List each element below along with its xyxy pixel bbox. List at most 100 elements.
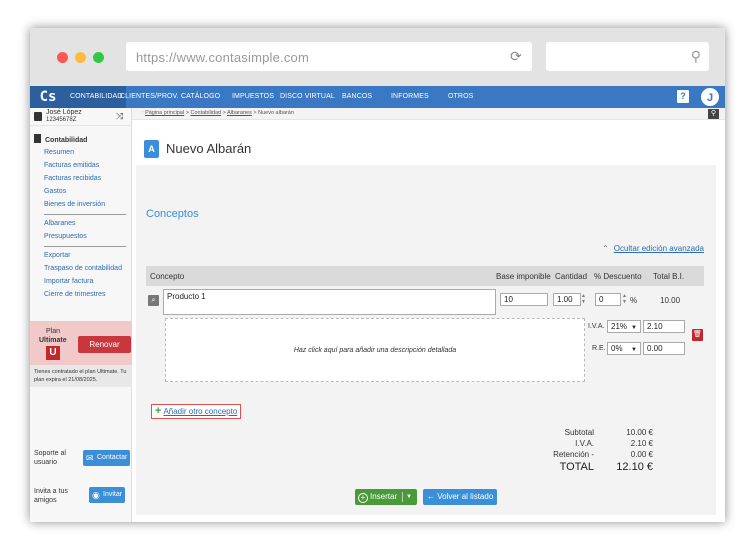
nav-impuestos[interactable]: IMPUESTOS: [232, 86, 274, 108]
plan-expiry-note: Tienes contratado el plan Ultimate. Tu p…: [30, 365, 132, 387]
document-icon: [34, 134, 41, 143]
user-info: José López 12345678Z ⤨: [30, 108, 132, 126]
nav-otros[interactable]: OTROS: [448, 86, 473, 108]
col-descuento: % Descuento: [594, 272, 642, 281]
plan-badge: U: [46, 346, 60, 360]
renew-button[interactable]: Renovar: [78, 336, 131, 353]
total-label: TOTAL: [559, 461, 594, 473]
plan-label: Plan: [46, 328, 61, 335]
sidebar-item-albaranes[interactable]: Albaranes: [44, 220, 76, 227]
iva-summary-label: I.V.A.: [575, 439, 594, 448]
col-total-bi: Total B.I.: [653, 272, 685, 281]
sidebar-item-traspaso[interactable]: Traspaso de contabilidad: [44, 265, 122, 272]
user-name: José López: [46, 109, 82, 116]
subtotal-label: Subtotal: [564, 428, 594, 437]
cantidad-stepper[interactable]: ▲ ▼: [580, 293, 587, 306]
app-window: https://www.contasimple.com ⟳ ⚲ Cs CONTA…: [30, 28, 725, 522]
support-label: Soporte al usuario: [34, 450, 66, 466]
sidebar-item-facturas-emitidas[interactable]: Facturas emitidas: [44, 162, 99, 169]
iva-select[interactable]: 21% ▼: [607, 320, 641, 333]
add-concept-button[interactable]: + Añadir otro concepto: [151, 404, 242, 419]
col-cantidad: Cantidad: [555, 272, 588, 281]
sidebar-item-bienes-inversion[interactable]: Bienes de inversión: [44, 201, 105, 208]
help-icon[interactable]: ?: [677, 90, 689, 103]
cantidad-input[interactable]: 1.00: [553, 293, 581, 306]
caret-down-icon[interactable]: ▼: [406, 489, 412, 505]
sidebar-item-facturas-recibidas[interactable]: Facturas recibidas: [44, 175, 101, 182]
sidebar-item-exportar[interactable]: Exportar: [44, 252, 70, 259]
breadcrumb-list[interactable]: Albaranes: [227, 110, 252, 116]
descuento-input[interactable]: 0: [595, 293, 621, 306]
browser-search-input[interactable]: ⚲: [546, 42, 709, 71]
sidebar-item-importar-factura[interactable]: Importar factura: [44, 278, 93, 285]
back-to-list-button[interactable]: ← Volver al listado: [423, 489, 497, 505]
plan-panel: Plan Ultimate U Renovar: [30, 321, 132, 365]
sidebar-divider: [44, 246, 126, 247]
re-select[interactable]: 0% ▼: [607, 342, 641, 355]
nav-disco-virtual[interactable]: DISCO VIRTUAL: [280, 86, 335, 108]
retencion-label: Retención -: [553, 450, 594, 459]
breadcrumb-section[interactable]: Contabilidad: [190, 110, 221, 116]
globe-icon: ◉: [92, 490, 100, 500]
sidebar-divider: [44, 214, 126, 215]
user-id: 12345678Z: [46, 117, 77, 123]
minimize-window-button[interactable]: [75, 52, 86, 63]
col-base-imponible: Base imponible: [496, 272, 551, 281]
concepts-title: Conceptos: [146, 208, 199, 220]
descuento-stepper[interactable]: ▲ ▼: [621, 293, 628, 306]
sidebar-item-gastos[interactable]: Gastos: [44, 188, 66, 195]
retencion-value: 0.00 €: [630, 450, 653, 459]
percent-sign: %: [630, 296, 638, 305]
insert-button[interactable]: + Insertar ▼: [355, 489, 417, 505]
avatar[interactable]: J: [700, 87, 720, 107]
description-area[interactable]: Haz click aquí para añadir una descripci…: [165, 318, 585, 382]
chevron-down-icon: ▼: [631, 347, 637, 353]
hide-advanced-link[interactable]: ⌃ Ocultar edición avanzada: [602, 244, 704, 253]
total-bi-value: 10.00: [660, 296, 681, 305]
main-content: : Página principal > Contabilidad > Alba…: [132, 108, 725, 522]
chevron-down-icon: ▼: [631, 325, 637, 331]
contact-button[interactable]: ✉ Contactar: [83, 450, 130, 466]
concept-input[interactable]: Producto 1: [163, 289, 496, 315]
sidebar: José López 12345678Z ⤨ Contabilidad Resu…: [30, 108, 132, 522]
breadcrumb: : Página principal > Contabilidad > Alba…: [132, 108, 725, 120]
close-window-button[interactable]: [57, 52, 68, 63]
sidebar-item-cierre-trimestres[interactable]: Cierre de trimestres: [44, 291, 105, 298]
reload-icon[interactable]: ⟳: [510, 49, 524, 63]
iva-value-input[interactable]: 2.10: [643, 320, 685, 333]
subtotal-value: 10.00 €: [626, 428, 653, 437]
chevron-up-icon: ⌃: [602, 244, 609, 253]
nav-contabilidad[interactable]: CONTABILIDAD: [66, 86, 127, 108]
concepts-panel: Conceptos ⌃ Ocultar edición avanzada Conc…: [136, 165, 716, 515]
nav-catalogo[interactable]: CATÁLOGO: [181, 86, 220, 108]
search-icon: ⚲: [690, 48, 701, 64]
nav-bancos[interactable]: BANCOS: [342, 86, 372, 108]
breadcrumb-home[interactable]: Página principal: [145, 110, 184, 116]
browser-toolbar: https://www.contasimple.com ⟳ ⚲: [30, 28, 725, 86]
app-logo[interactable]: Cs: [30, 86, 66, 108]
sidebar-item-presupuestos[interactable]: Presupuestos: [44, 233, 87, 240]
col-concepto: Concepto: [150, 272, 185, 281]
address-bar[interactable]: https://www.contasimple.com ⟳: [126, 42, 532, 71]
plan-name: Ultimate: [39, 337, 67, 344]
user-icon: [34, 112, 42, 121]
plus-icon: +: [155, 405, 162, 417]
invite-button[interactable]: ◉ Invitar: [89, 487, 125, 503]
page-title: Nuevo Albarán: [166, 141, 252, 156]
iva-summary-value: 2.10 €: [630, 439, 653, 448]
maximize-window-button[interactable]: [93, 52, 104, 63]
re-value-input[interactable]: 0.00: [643, 342, 685, 355]
product-catalog-icon[interactable]: ⌕: [148, 295, 159, 306]
nav-informes[interactable]: INFORMES: [391, 86, 429, 108]
base-imponible-input[interactable]: 10: [500, 293, 548, 306]
search-icon[interactable]: ⚲: [708, 109, 719, 119]
iva-label: I.V.A.: [588, 323, 605, 330]
switch-company-icon[interactable]: ⤨: [116, 111, 123, 122]
albaran-icon: A: [144, 140, 159, 158]
total-value: 12.10 €: [616, 461, 653, 473]
trash-icon[interactable]: 🗑: [692, 329, 703, 341]
mail-icon: ✉: [86, 453, 94, 463]
arrow-left-icon: ←: [427, 492, 438, 501]
nav-clientes-prov[interactable]: CLIENTES/PROV.: [120, 86, 179, 108]
sidebar-item-resumen[interactable]: Resumen: [44, 149, 74, 156]
